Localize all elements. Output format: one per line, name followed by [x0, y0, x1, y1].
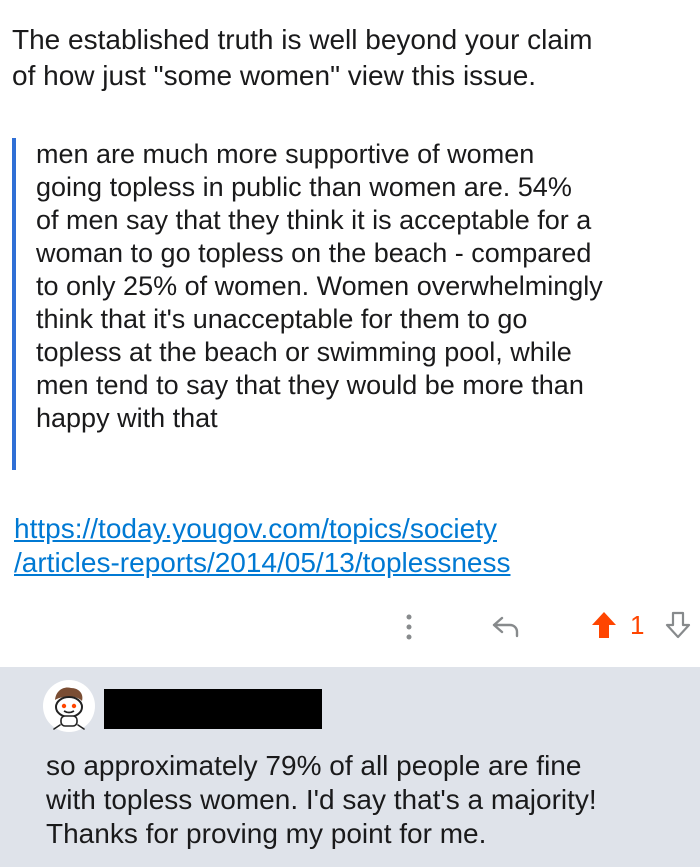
- vote-count: 1: [630, 610, 645, 640]
- comment-intro-line: The established truth is well beyond you…: [12, 24, 593, 55]
- blockquote-line: going topless in public than women are. …: [36, 172, 572, 202]
- reply-line: Thanks for proving my point for me.: [46, 818, 487, 849]
- upvote-arrow-icon[interactable]: [590, 610, 618, 640]
- blockquote-line: to only 25% of women. Women overwhelming…: [36, 271, 603, 301]
- comment-intro-text: The established truth is well beyond you…: [12, 22, 692, 94]
- reply-arrow-icon[interactable]: [490, 614, 520, 638]
- downvote-arrow-icon[interactable]: [664, 610, 692, 640]
- reply-text: so approximately 79% of all people are f…: [46, 749, 686, 851]
- blockquote-bar: [12, 138, 16, 470]
- blockquote-line: woman to go topless on the beach - compa…: [36, 238, 592, 268]
- comment-intro-line: of how just "some women" view this issue…: [12, 60, 537, 91]
- source-link-line[interactable]: /articles-reports/2014/05/13/toplessness: [14, 546, 654, 580]
- blockquote-line: think that it's unacceptable for them to…: [36, 304, 528, 334]
- blockquote-line: men tend to say that they would be more …: [36, 370, 584, 400]
- reply-comment: so approximately 79% of all people are f…: [0, 667, 700, 867]
- reply-line: with topless women. I'd say that's a maj…: [46, 784, 597, 815]
- blockquote: men are much more supportive of women go…: [12, 138, 696, 470]
- comment-actions-bar: 1: [0, 600, 700, 650]
- more-vertical-icon[interactable]: [402, 612, 416, 642]
- parent-comment: The established truth is well beyond you…: [0, 0, 700, 667]
- source-link[interactable]: https://today.yougov.com/topics/society …: [14, 512, 654, 580]
- redacted-username: [104, 689, 322, 729]
- blockquote-line: of men say that they think it is accepta…: [36, 205, 592, 235]
- blockquote-line: men are much more supportive of women: [36, 139, 535, 169]
- blockquote-line: happy with that: [36, 403, 218, 433]
- reply-line: so approximately 79% of all people are f…: [46, 750, 582, 781]
- snoo-avatar-icon[interactable]: [42, 679, 96, 733]
- blockquote-text: men are much more supportive of women go…: [36, 138, 696, 435]
- blockquote-line: topless at the beach or swimming pool, w…: [36, 337, 572, 367]
- source-link-line[interactable]: https://today.yougov.com/topics/society: [14, 512, 654, 546]
